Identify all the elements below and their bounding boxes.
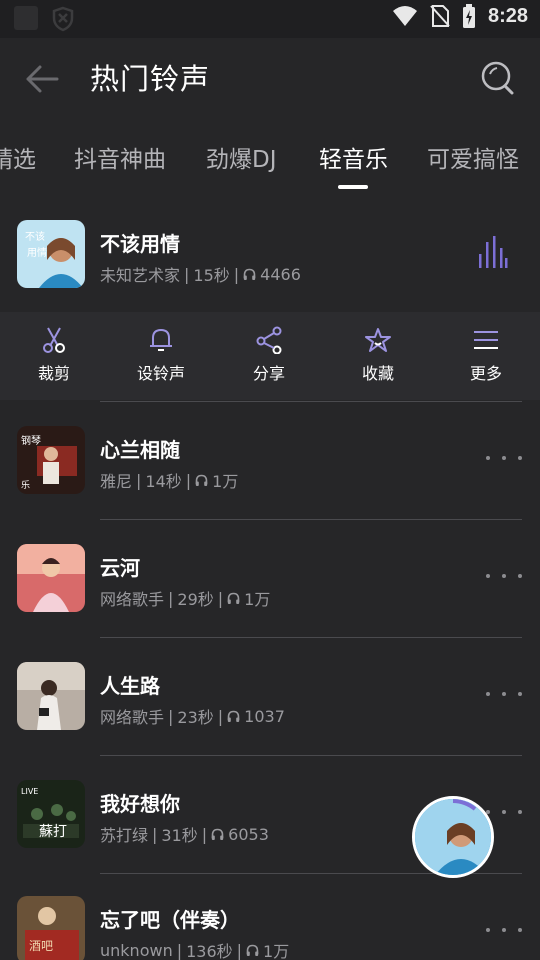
song-artist: 未知艺术家: [100, 266, 181, 285]
favorite-button[interactable]: 收藏: [338, 326, 418, 384]
song-plays: 1万: [244, 590, 271, 609]
song-duration: 136秒: [186, 942, 233, 960]
song-plays: 1万: [212, 472, 239, 491]
favorite-label: 收藏: [361, 364, 394, 383]
song-title: 不该用情: [100, 232, 180, 256]
floating-player-button[interactable]: [412, 796, 494, 878]
song-action-bar: 裁剪 设铃声 分享 收藏 更多: [0, 312, 540, 400]
headphone-icon: [195, 474, 208, 486]
star-icon: [365, 328, 391, 352]
app-header: 热门铃声: [0, 38, 540, 122]
svg-text:钢琴: 钢琴: [21, 434, 41, 447]
song-meta: 雅尼 | 14秒 | 1万: [100, 468, 238, 492]
song-plays: 1万: [263, 942, 290, 960]
set-ringtone-label: 设铃声: [136, 364, 185, 383]
song-artist: unknown: [100, 940, 173, 960]
more-label: 更多: [469, 364, 502, 383]
song-row-5[interactable]: 酒吧 忘了吧（伴奏） unknown | 136秒 | 1万: [0, 874, 540, 960]
battery-icon: [462, 4, 475, 28]
album-cover: 不该 用情: [17, 220, 85, 288]
more-options-icon[interactable]: [486, 684, 522, 704]
album-cover: 钢琴 乐: [17, 426, 85, 494]
no-sim-icon: [430, 5, 450, 27]
wifi-icon: [392, 6, 417, 26]
tab-dj[interactable]: 劲爆DJ: [206, 140, 277, 174]
shield-icon: [52, 6, 74, 32]
page-title: 热门铃声: [90, 62, 211, 96]
more-options-icon[interactable]: [486, 448, 522, 468]
song-meta: 网络歌手 | 29秒 | 1万: [100, 586, 270, 610]
svg-text:用情: 用情: [27, 246, 47, 259]
headphone-icon: [246, 944, 259, 956]
song-duration: 29秒: [177, 590, 214, 609]
song-row-1[interactable]: 钢琴 乐 心兰相随 雅尼 | 14秒 | 1万: [0, 402, 540, 520]
song-artist: 苏打绿: [100, 826, 149, 845]
bell-icon: [150, 328, 172, 351]
active-tab-indicator: [338, 185, 368, 189]
search-icon[interactable]: [480, 60, 516, 98]
song-title: 心兰相随: [100, 438, 180, 462]
album-cover: LIVE 蘇打: [17, 780, 85, 848]
svg-text:酒吧: 酒吧: [29, 939, 53, 953]
song-duration: 14秒: [145, 472, 182, 491]
song-plays: 1037: [244, 706, 285, 726]
status-time: 8:28: [487, 4, 528, 27]
category-tabs: 精选 抖音神曲 劲爆DJ 轻音乐 可爱搞怪: [0, 122, 540, 196]
song-artist: 网络歌手: [100, 590, 165, 609]
more-options-icon[interactable]: [486, 802, 522, 822]
more-options-icon[interactable]: [486, 566, 522, 586]
playing-song-row[interactable]: 不该 用情 不该用情 未知艺术家 | 15秒 | 4466: [0, 196, 540, 314]
album-cover: [17, 544, 85, 612]
status-bar: 8:28: [0, 0, 540, 38]
menu-icon: [474, 331, 498, 349]
song-meta: 苏打绿 | 31秒 | 6053: [100, 822, 269, 846]
cut-label: 裁剪: [37, 364, 70, 383]
svg-text:蘇打: 蘇打: [39, 823, 67, 840]
more-button[interactable]: 更多: [446, 326, 526, 384]
song-meta: 未知艺术家 | 15秒 | 4466: [100, 262, 301, 286]
song-artist: 网络歌手: [100, 708, 165, 727]
song-plays: 6053: [228, 824, 269, 844]
app-notification-icon: [14, 6, 38, 30]
headphone-icon: [243, 268, 256, 280]
tab-douyin[interactable]: 抖音神曲: [74, 140, 166, 174]
song-title: 忘了吧（伴奏）: [100, 908, 240, 932]
song-duration: 23秒: [177, 708, 214, 727]
song-title: 云河: [100, 556, 140, 580]
song-meta: 网络歌手 | 23秒 | 1037: [100, 704, 285, 728]
song-duration: 15秒: [193, 266, 230, 285]
tab-jingxuan[interactable]: 精选: [0, 140, 36, 174]
back-arrow-icon[interactable]: [22, 62, 62, 96]
more-options-icon[interactable]: [486, 920, 522, 940]
song-plays: 4466: [260, 264, 301, 284]
headphone-icon: [227, 592, 240, 604]
song-artist: 雅尼: [100, 472, 133, 491]
cut-button[interactable]: 裁剪: [14, 326, 94, 384]
share-label: 分享: [252, 364, 285, 383]
headphone-icon: [211, 828, 224, 840]
svg-text:LIVE: LIVE: [21, 787, 38, 796]
headphone-icon: [227, 710, 240, 722]
song-row-2[interactable]: 云河 网络歌手 | 29秒 | 1万: [0, 520, 540, 638]
equalizer-icon[interactable]: [478, 236, 508, 268]
album-cover: [17, 662, 85, 730]
share-icon: [256, 326, 282, 354]
song-meta: unknown | 136秒 | 1万: [100, 938, 289, 960]
song-duration: 31秒: [161, 826, 198, 845]
svg-text:乐: 乐: [21, 479, 30, 491]
song-title: 人生路: [100, 674, 160, 698]
song-title: 我好想你: [100, 792, 180, 816]
set-ringtone-button[interactable]: 设铃声: [121, 326, 201, 384]
tab-cute[interactable]: 可爱搞怪: [427, 140, 519, 174]
svg-text:不该: 不该: [25, 230, 45, 243]
share-button[interactable]: 分享: [229, 326, 309, 384]
scissors-icon: [43, 327, 65, 353]
tab-light-music[interactable]: 轻音乐: [319, 140, 388, 174]
album-cover: 酒吧: [17, 896, 85, 960]
song-row-3[interactable]: 人生路 网络歌手 | 23秒 | 1037: [0, 638, 540, 756]
